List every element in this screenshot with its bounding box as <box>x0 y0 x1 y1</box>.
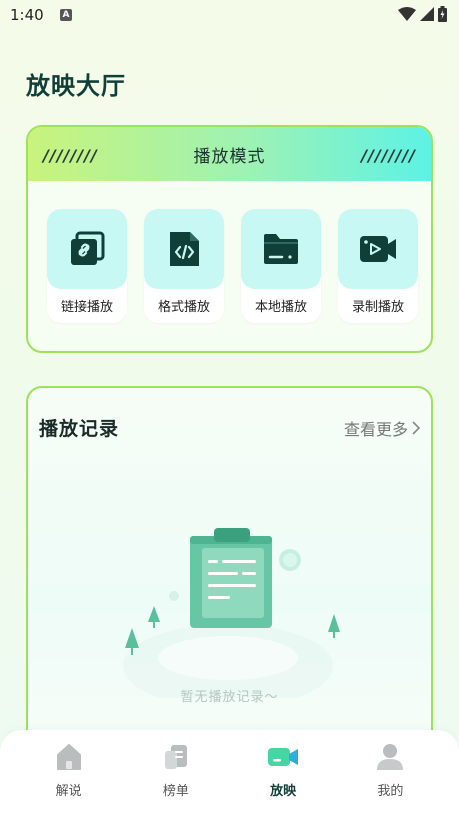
wifi-icon <box>398 7 416 21</box>
tab-rankings[interactable]: 榜单 <box>136 742 216 816</box>
tab-commentary[interactable]: 解说 <box>29 742 109 816</box>
chevron-right-icon <box>412 421 421 435</box>
record-play-button[interactable]: 录制播放 <box>338 209 418 323</box>
status-time: 1:40 <box>10 6 44 24</box>
status-icons <box>398 6 447 22</box>
local-play-tile <box>241 209 321 289</box>
history-title: 播放记录 <box>39 418 120 440</box>
tab-commentary-label: 解说 <box>55 784 82 799</box>
play-history-card: 播放记录 查看更多 暂无播放记录～ <box>26 386 433 746</box>
empty-history-text: 暂无播放记录～ <box>180 690 279 705</box>
tab-rankings-label: 榜单 <box>162 784 189 799</box>
play-mode-header: //////// 播放模式 //////// <box>28 127 431 181</box>
user-icon <box>377 744 404 770</box>
format-play-tile <box>144 209 224 289</box>
view-more-label: 查看更多 <box>343 420 408 439</box>
local-play-button[interactable]: 本地播放 <box>241 209 321 323</box>
format-play-button[interactable]: 格式播放 <box>144 209 224 323</box>
tab-screening[interactable]: 放映 <box>243 742 323 816</box>
record-play-label: 录制播放 <box>351 300 404 315</box>
play-mode-card: //////// 播放模式 //////// 链接播放 格式播放 本地播放 录制… <box>26 125 433 353</box>
page-title: 放映大厅 <box>26 72 126 100</box>
record-play-tile <box>338 209 418 289</box>
format-play-label: 格式播放 <box>157 300 210 315</box>
status-bar: 1:40 A <box>0 0 459 32</box>
link-play-tile <box>47 209 127 289</box>
camera-icon <box>268 748 299 766</box>
play-mode-items: 链接播放 格式播放 本地播放 录制播放 <box>47 209 418 323</box>
tab-mine-label: 我的 <box>377 784 404 799</box>
code-file-icon <box>170 232 199 266</box>
notification-icon: A <box>60 9 72 21</box>
view-more-button[interactable]: 查看更多 <box>344 416 421 440</box>
home-icon <box>56 744 81 770</box>
list-icon <box>164 745 187 769</box>
link-play-label: 链接播放 <box>60 300 113 315</box>
bottom-tab-bar: 解说 榜单 放映 我的 <box>0 730 459 816</box>
video-camera-icon <box>360 236 396 262</box>
tab-screening-label: 放映 <box>270 784 297 799</box>
local-play-label: 本地播放 <box>254 300 307 315</box>
link-play-button[interactable]: 链接播放 <box>47 209 127 323</box>
tab-mine[interactable]: 我的 <box>350 742 430 816</box>
decor-slashes-right: //////// <box>361 146 416 165</box>
play-mode-title: 播放模式 <box>193 146 266 167</box>
empty-clipboard-illustration <box>123 528 340 698</box>
link-icon <box>71 231 105 265</box>
folder-icon <box>264 234 298 264</box>
battery-icon <box>438 6 447 22</box>
signal-icon <box>420 7 434 21</box>
decor-slashes-left: //////// <box>43 146 98 165</box>
